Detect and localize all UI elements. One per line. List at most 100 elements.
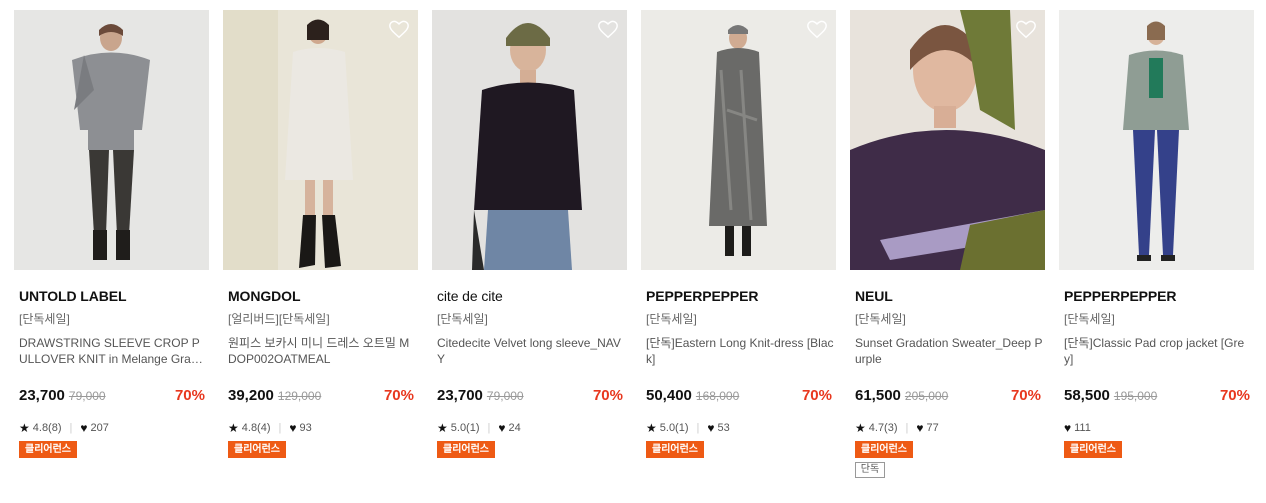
- heart-outline-icon[interactable]: [806, 18, 828, 40]
- star-icon: ★: [19, 421, 30, 435]
- sale-tag: [단독세일]: [19, 312, 70, 326]
- clearance-badge: 클리어런스: [1064, 441, 1122, 458]
- brand-name[interactable]: PEPPERPEPPER: [1064, 287, 1254, 305]
- model-photo: [14, 10, 209, 270]
- product-image[interactable]: [223, 10, 418, 270]
- product-image[interactable]: [1059, 10, 1254, 270]
- review-stats: ★ 5.0(1) | ♥ 53: [646, 421, 836, 435]
- heart-filled-icon: ♥: [916, 421, 924, 435]
- sale-price: 61,500: [855, 387, 901, 404]
- review-stats: ♥ 111: [1064, 421, 1254, 435]
- product-image[interactable]: [14, 10, 209, 270]
- like-count: 93: [299, 422, 312, 434]
- product-card[interactable]: cite de cite [단독세일] Citedecite Velvet lo…: [432, 10, 627, 478]
- sale-tag: [단독세일]: [1064, 312, 1115, 326]
- original-price: 79,000: [486, 389, 524, 403]
- discount-rate: 70%: [592, 387, 623, 404]
- original-price: 79,000: [68, 389, 106, 403]
- clearance-badge: 클리어런스: [437, 441, 495, 458]
- divider: |: [69, 422, 73, 434]
- product-image[interactable]: [432, 10, 627, 270]
- rating: 5.0(1): [659, 422, 689, 434]
- sale-price: 50,400: [646, 387, 692, 404]
- price-row: 23,700 79,000 70%: [19, 387, 205, 407]
- sale-price: 58,500: [1064, 387, 1110, 404]
- model-photo: [1059, 10, 1254, 270]
- sale-tag: [단독세일]: [646, 312, 697, 326]
- clearance-badge: 클리어런스: [855, 441, 913, 458]
- product-name[interactable]: [단독]Classic Pad crop jacket [Grey]: [1064, 335, 1252, 367]
- product-card[interactable]: PEPPERPEPPER [단독세일] [단독]Classic Pad crop…: [1059, 10, 1254, 478]
- like-count: 207: [90, 422, 109, 434]
- product-card[interactable]: MONGDOL [얼리버드][단독세일] 원피스 보카시 미니 드레스 오트밀 …: [223, 10, 418, 478]
- heart-filled-icon: ♥: [707, 421, 715, 435]
- price-row: 61,500 205,000 70%: [855, 387, 1041, 407]
- brand-name[interactable]: PEPPERPEPPER: [646, 287, 836, 305]
- discount-rate: 70%: [1219, 387, 1250, 404]
- divider: |: [278, 422, 282, 434]
- heart-filled-icon: ♥: [1064, 421, 1072, 435]
- product-name[interactable]: Citedecite Velvet long sleeve_NAVY: [437, 335, 625, 367]
- product-image[interactable]: [850, 10, 1045, 270]
- review-stats: ★ 5.0(1) | ♥ 24: [437, 421, 627, 435]
- sale-price: 39,200: [228, 387, 274, 404]
- review-stats: ★ 4.8(4) | ♥ 93: [228, 421, 418, 435]
- heart-outline-icon[interactable]: [1015, 18, 1037, 40]
- like-count: 53: [717, 422, 730, 434]
- model-photo: [850, 10, 1045, 270]
- brand-name[interactable]: MONGDOL: [228, 287, 418, 305]
- star-icon: ★: [228, 421, 239, 435]
- product-card[interactable]: PEPPERPEPPER [단독세일] [단독]Eastern Long Kni…: [641, 10, 836, 478]
- rating: 5.0(1): [450, 422, 480, 434]
- sale-tag: [단독세일]: [855, 312, 906, 326]
- discount-rate: 70%: [174, 387, 205, 404]
- rating: 4.7(3): [868, 422, 898, 434]
- model-photo: [432, 10, 627, 270]
- product-name[interactable]: DRAWSTRING SLEEVE CROP PULLOVER KNIT in …: [19, 335, 207, 367]
- divider: |: [696, 422, 700, 434]
- review-stats: ★ 4.8(8) | ♥ 207: [19, 421, 209, 435]
- clearance-badge: 클리어런스: [646, 441, 704, 458]
- discount-rate: 70%: [1010, 387, 1041, 404]
- product-name[interactable]: [단독]Eastern Long Knit-dress [Black]: [646, 335, 834, 367]
- rating: 4.8(8): [32, 422, 62, 434]
- clearance-badge: 클리어런스: [228, 441, 286, 458]
- sale-price: 23,700: [437, 387, 483, 404]
- model-photo: [641, 10, 836, 270]
- like-count: 24: [508, 422, 521, 434]
- model-photo: [223, 10, 418, 270]
- original-price: 205,000: [904, 389, 949, 403]
- heart-filled-icon: ♥: [498, 421, 506, 435]
- product-name[interactable]: Sunset Gradation Sweater_Deep Purple: [855, 335, 1043, 367]
- price-row: 58,500 195,000 70%: [1064, 387, 1250, 407]
- original-price: 168,000: [695, 389, 740, 403]
- price-row: 39,200 129,000 70%: [228, 387, 414, 407]
- discount-rate: 70%: [801, 387, 832, 404]
- exclusive-badge: 단독: [855, 462, 885, 478]
- like-count: 77: [926, 422, 939, 434]
- product-image[interactable]: [641, 10, 836, 270]
- heart-filled-icon: ♥: [80, 421, 88, 435]
- brand-name[interactable]: UNTOLD LABEL: [19, 287, 209, 305]
- product-card[interactable]: NEUL [단독세일] Sunset Gradation Sweater_Dee…: [850, 10, 1045, 478]
- brand-name[interactable]: cite de cite: [437, 287, 627, 305]
- heart-outline-icon[interactable]: [388, 18, 410, 40]
- rating: 4.8(4): [241, 422, 271, 434]
- price-row: 50,400 168,000 70%: [646, 387, 832, 407]
- product-name[interactable]: 원피스 보카시 미니 드레스 오트밀 MDOP002OATMEAL: [228, 335, 416, 367]
- price-row: 23,700 79,000 70%: [437, 387, 623, 407]
- original-price: 195,000: [1113, 389, 1158, 403]
- product-grid: UNTOLD LABEL [단독세일] DRAWSTRING SLEEVE CR…: [14, 10, 1254, 478]
- divider: |: [487, 422, 491, 434]
- brand-name[interactable]: NEUL: [855, 287, 1045, 305]
- discount-rate: 70%: [383, 387, 414, 404]
- heart-outline-icon[interactable]: [597, 18, 619, 40]
- star-icon: ★: [437, 421, 448, 435]
- star-icon: ★: [646, 421, 657, 435]
- product-card[interactable]: UNTOLD LABEL [단독세일] DRAWSTRING SLEEVE CR…: [14, 10, 209, 478]
- sale-tag: [단독세일]: [437, 312, 488, 326]
- sale-price: 23,700: [19, 387, 65, 404]
- original-price: 129,000: [277, 389, 322, 403]
- clearance-badge: 클리어런스: [19, 441, 77, 458]
- divider: |: [905, 422, 909, 434]
